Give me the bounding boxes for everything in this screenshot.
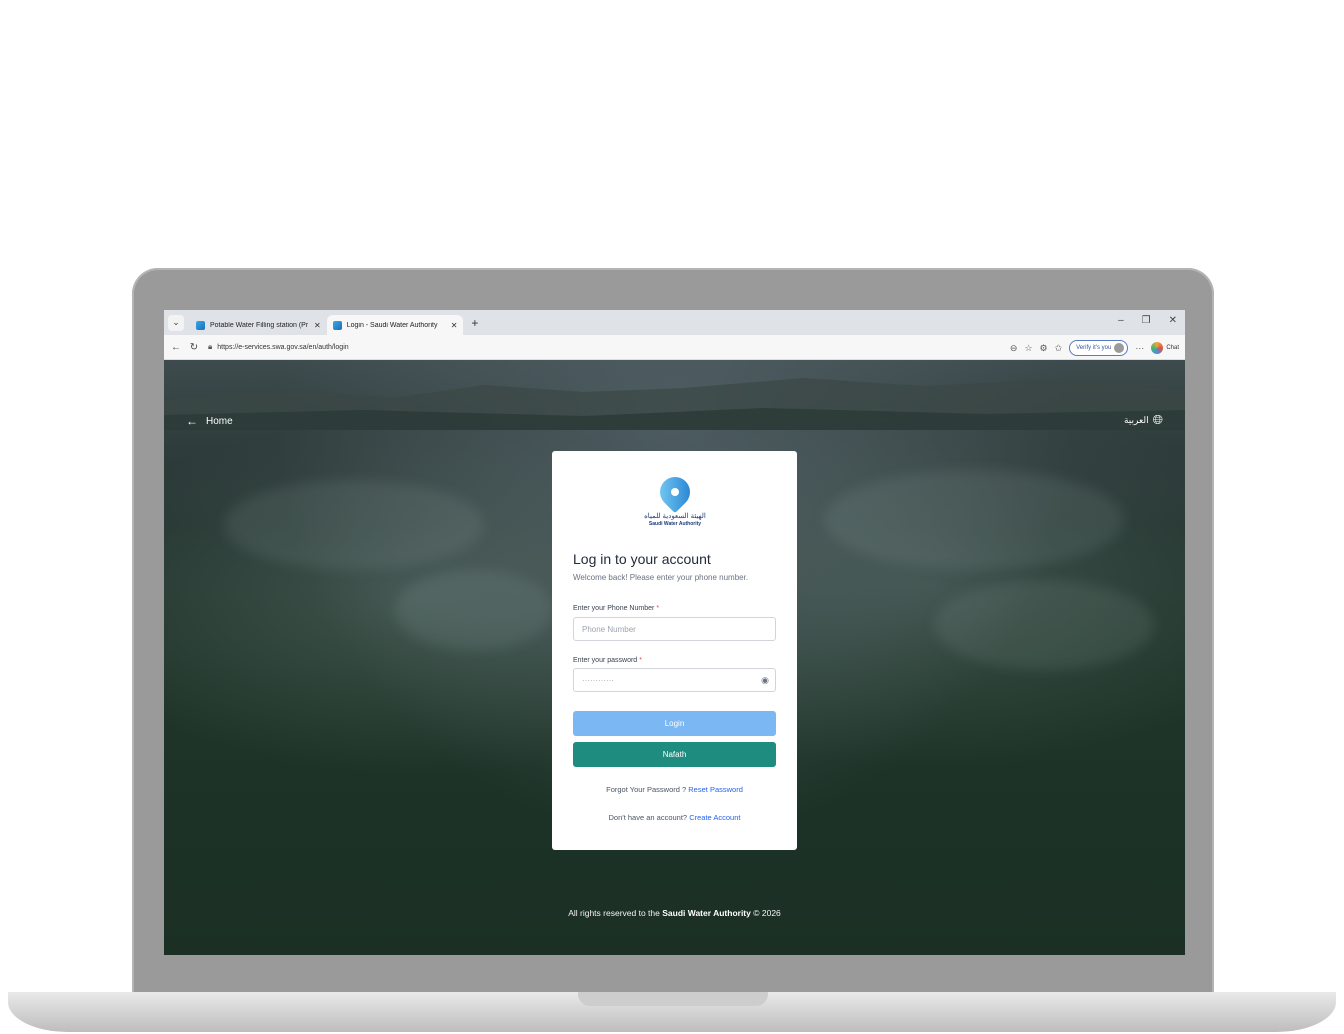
logo-english-text: Saudi Water Authority — [648, 521, 702, 527]
favorites-list-icon[interactable]: ✩ — [1055, 343, 1063, 354]
verify-label: Verify it's you — [1076, 345, 1112, 351]
minimize-icon[interactable]: – — [1118, 315, 1124, 326]
create-account-link[interactable]: Create Account — [689, 813, 740, 822]
favorite-star-icon[interactable]: ☆ — [1024, 343, 1032, 354]
language-label: العربية — [1123, 414, 1149, 425]
page-subtitle: Welcome back! Please enter your phone nu… — [573, 573, 749, 582]
forgot-password-line: Forgot Your Password ? Reset Password — [552, 785, 797, 794]
verify-identity-button[interactable]: Verify it's you — [1069, 340, 1129, 356]
extensions-icon[interactable]: ⚙ — [1040, 343, 1048, 354]
close-window-icon[interactable]: ✕ — [1169, 315, 1177, 326]
create-account-line: Don't have an account? Create Account — [552, 813, 797, 822]
nafath-button[interactable]: Nafath — [573, 742, 776, 767]
phone-placeholder: Phone Number — [582, 624, 636, 634]
phone-number-input[interactable]: Phone Number — [573, 617, 776, 641]
copyright-prefix: All rights reserved to the — [568, 908, 660, 918]
password-value: ············ — [582, 675, 614, 685]
globe-icon: 🌐︎ — [1152, 412, 1163, 427]
tab-favicon-icon — [196, 320, 205, 330]
window-controls: – ❐ ✕ — [1118, 315, 1177, 326]
logo-arabic-text: الهيئة السعودية للمياه — [644, 513, 706, 520]
sprinkler-mist — [394, 570, 554, 650]
page-title: Log in to your account — [573, 551, 711, 567]
back-arrow-icon[interactable]: ← — [170, 342, 182, 353]
sprinkler-mist — [824, 470, 1124, 570]
url-field[interactable]: 🔒︎ https://e-services.swa.gov.sa/en/auth… — [208, 342, 349, 352]
login-button[interactable]: Login — [573, 711, 776, 736]
reset-password-link[interactable]: Reset Password — [688, 785, 743, 794]
language-switch[interactable]: العربية 🌐︎ — [1124, 412, 1163, 428]
more-options-icon[interactable]: ··· — [1135, 343, 1144, 353]
tab-close-icon[interactable]: ✕ — [314, 321, 321, 330]
copyright-suffix: © 2026 — [753, 908, 781, 918]
copyright-footer: All rights reserved to the Saudi Water A… — [164, 908, 1185, 918]
sprinkler-mist — [224, 480, 484, 570]
back-arrow-icon: ← — [186, 414, 198, 428]
phone-label: Enter your Phone Number * — [573, 605, 659, 612]
restore-icon[interactable]: ❐ — [1142, 315, 1151, 326]
browser-tab-filling-station[interactable]: Potable Water Filling station (Prod ✕ — [190, 315, 327, 335]
site-info-lock-icon[interactable]: 🔒︎ — [208, 342, 212, 352]
home-link[interactable]: ← Home — [186, 414, 233, 428]
sprinkler-mist — [934, 580, 1154, 670]
required-mark: * — [656, 605, 660, 612]
refresh-icon[interactable]: ↻ — [188, 342, 200, 353]
browser-tab-bar: ⌄ Potable Water Filling station (Prod ✕ … — [164, 310, 1185, 335]
profile-avatar — [1114, 343, 1125, 353]
forgot-text: Forgot Your Password ? — [606, 785, 687, 794]
browser-address-bar: ← ↻ 🔒︎ https://e-services.swa.gov.sa/en/… — [164, 335, 1185, 360]
required-mark: * — [639, 657, 642, 664]
copilot-icon — [1151, 342, 1164, 354]
password-input[interactable]: ············ ◉ — [573, 668, 776, 692]
tab-title: Login - Saudi Water Authority — [346, 321, 438, 329]
home-label: Home — [206, 415, 233, 427]
laptop-notch — [578, 992, 768, 1006]
password-label-text: Enter your password — [573, 657, 638, 664]
water-drop-logo-icon — [653, 470, 697, 514]
tab-list-chevron-icon[interactable]: ⌄ — [168, 314, 184, 331]
copyright-org: Saudi Water Authority — [662, 908, 751, 918]
background-hills — [164, 378, 1185, 430]
login-card: الهيئة السعودية للمياه Saudi Water Autho… — [552, 451, 797, 850]
address-bar-actions: ⊖ ☆ ⚙ ✩ Verify it's you ··· Chat — [1010, 340, 1179, 356]
url-text: https://e-services.swa.gov.sa/en/auth/lo… — [217, 343, 349, 351]
page-viewport: ← Home العربية 🌐︎ الهيئة السعودية للمياه… — [164, 360, 1185, 955]
zoom-icon[interactable]: ⊖ — [1010, 343, 1018, 354]
copilot-chat-button[interactable]: Chat — [1151, 342, 1179, 354]
browser-tab-login[interactable]: Login - Saudi Water Authority ✕ — [326, 315, 464, 335]
phone-label-text: Enter your Phone Number — [573, 605, 655, 612]
swa-logo: الهيئة السعودية للمياه Saudi Water Autho… — [640, 470, 710, 527]
tab-favicon-icon — [332, 320, 342, 330]
no-account-text: Don't have an account? — [608, 813, 688, 822]
laptop-screen: ⌄ Potable Water Filling station (Prod ✕ … — [164, 310, 1185, 955]
chat-label: Chat — [1166, 345, 1179, 351]
password-label: Enter your password * — [573, 657, 642, 664]
tab-close-icon[interactable]: ✕ — [451, 321, 458, 330]
show-password-eye-icon[interactable]: ◉ — [761, 675, 769, 686]
tab-title: Potable Water Filling station (Prod — [210, 321, 308, 329]
new-tab-button[interactable]: + — [471, 316, 478, 330]
